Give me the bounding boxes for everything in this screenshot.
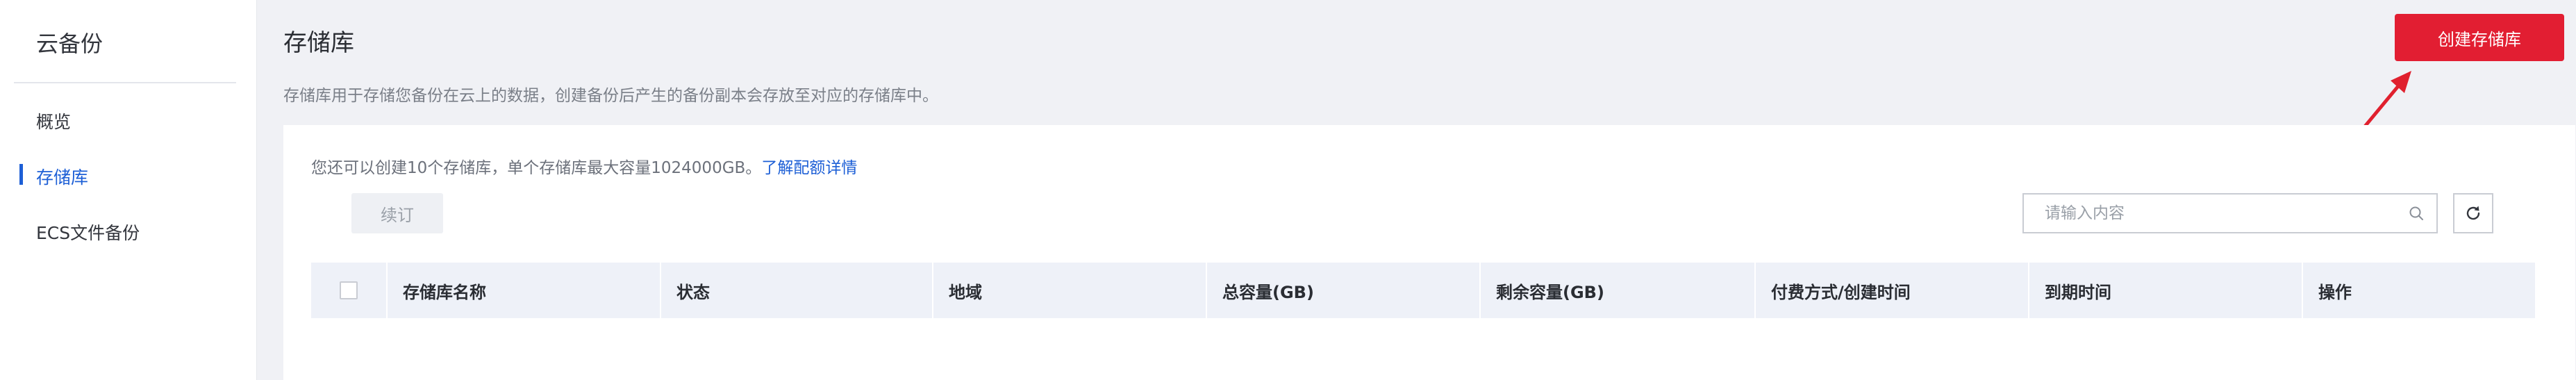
refresh-icon (2466, 206, 2480, 220)
column-header-vault-name: 存储库名称 (388, 263, 661, 318)
vault-list-card: 您还可以创建10个存储库，单个存储库最大容量1024000GB。了解配额详情 续… (283, 125, 2575, 380)
page-title: 存储库 (283, 29, 354, 57)
column-header-billing-created: 付费方式/创建时间 (1756, 263, 2029, 318)
sidebar-item-vaults[interactable]: 存储库 (36, 164, 88, 189)
page-description: 存储库用于存储您备份在云上的数据，创建备份后产生的备份副本会存放至对应的存储库中… (283, 87, 938, 105)
refresh-button[interactable] (2453, 193, 2493, 233)
search-box[interactable] (2022, 193, 2438, 233)
renew-button[interactable]: 续订 (351, 193, 443, 233)
column-header-expiry: 到期时间 (2029, 263, 2303, 318)
search-input[interactable] (2043, 204, 2409, 223)
column-header-region: 地域 (933, 263, 1207, 318)
table-header: 存储库名称 状态 地域 总容量(GB) 剩余容量(GB) 付费方式/创建时间 到… (311, 263, 2535, 318)
quota-info: 您还可以创建10个存储库，单个存储库最大容量1024000GB。了解配额详情 (311, 154, 857, 178)
sidebar-item-overview[interactable]: 概览 (36, 108, 71, 133)
column-header-total-capacity: 总容量(GB) (1207, 263, 1481, 318)
column-header-actions: 操作 (2318, 282, 2352, 302)
select-all-cell (311, 263, 388, 318)
select-all-checkbox[interactable] (340, 281, 358, 299)
create-vault-button[interactable]: 创建存储库 (2395, 14, 2564, 61)
column-header-status: 状态 (661, 263, 933, 318)
search-icon[interactable] (2409, 206, 2424, 221)
sidebar-divider (14, 82, 236, 83)
sidebar-item-ecs-file-backup[interactable]: ECS文件备份 (36, 220, 140, 245)
quota-details-link[interactable]: 了解配额详情 (761, 159, 857, 177)
column-header-remaining-capacity: 剩余容量(GB) (1481, 263, 1756, 318)
sidebar: 云备份 概览 存储库 ECS文件备份 (0, 0, 257, 380)
quota-text: 您还可以创建10个存储库，单个存储库最大容量1024000GB。 (311, 159, 762, 177)
active-indicator (19, 164, 23, 185)
sidebar-title: 云备份 (36, 31, 103, 57)
